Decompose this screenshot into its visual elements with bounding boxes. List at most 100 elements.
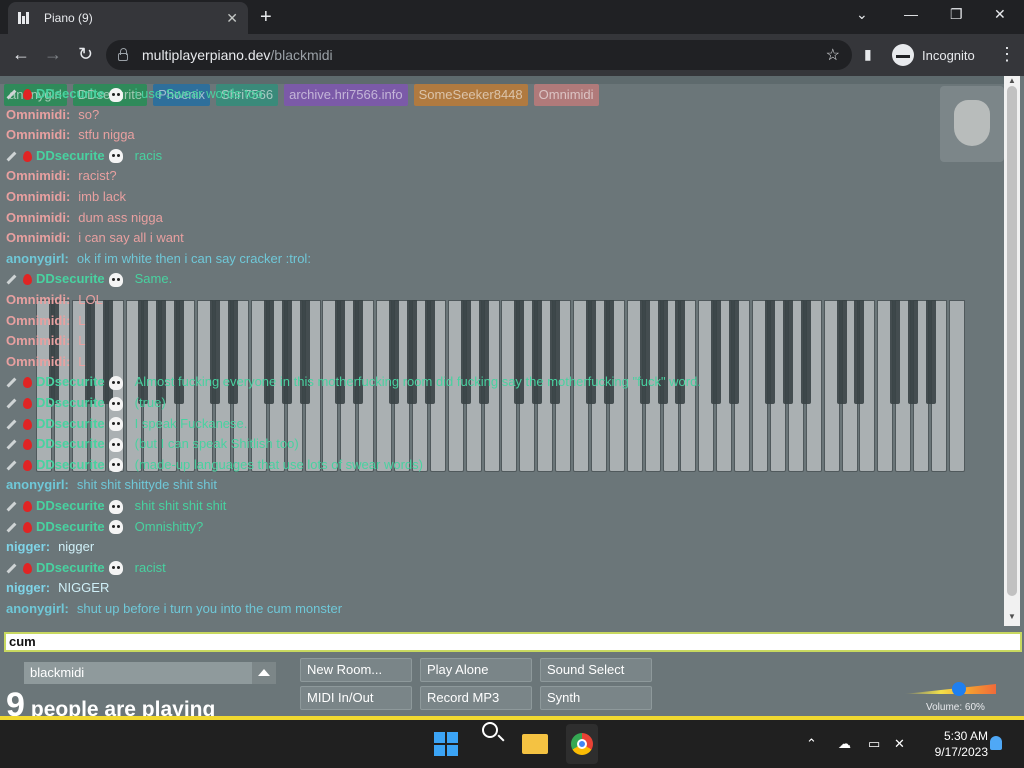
back-icon[interactable]: ← [12,44,30,65]
chat-nick[interactable]: nigger: [6,580,50,595]
sound-select-button[interactable]: Sound Select [540,658,652,682]
incognito-badge[interactable]: Incognito [892,42,975,68]
midi-button[interactable]: MIDI In/Out [300,686,412,710]
chat-text: NIGGER [58,580,110,596]
chat-message: DDsecurite shit shit shit shit [6,496,226,516]
chat-nick[interactable]: DDsecurite [36,374,105,389]
chat-nick[interactable]: Omnimidi: [6,333,70,348]
chat-nick[interactable]: DDsecurite [36,457,105,472]
chat-text: so? [78,106,100,122]
new-tab-button[interactable]: + [260,6,272,29]
chat-nick[interactable]: DDsecurite [36,519,105,534]
blood-drop-icon [23,150,32,162]
chat-message: anonygirl: shit shit shittyde shit shit [6,475,217,495]
chat-nick[interactable]: DDsecurite [36,148,105,163]
blood-drop-icon [23,398,32,410]
chat-nick[interactable]: DDsecurite [36,271,105,286]
chat-message: DDsecurite racist [6,558,166,578]
chat-nick[interactable]: DDsecurite [36,560,105,575]
browser-tab-strip: Piano (9) ✕ + ⌄ — ❐ ✕ [0,0,1024,34]
chat-nick[interactable]: anonygirl: [6,477,69,492]
chat-message: Omnimidi: L [6,311,86,331]
volume-slider-knob[interactable] [952,682,966,696]
bookmark-star-icon[interactable]: ☆ [826,45,840,65]
chat-nick[interactable]: DDsecurite [36,395,105,410]
tab-close-icon[interactable]: ✕ [226,10,238,27]
chat-message: nigger: nigger [6,537,94,557]
chat-message: Omnimidi: dum ass nigga [6,208,163,228]
blood-drop-icon [23,274,32,286]
chat-nick[interactable]: anonygirl: [6,601,69,616]
display-icon[interactable]: ▭ [868,736,880,752]
chat-nick[interactable]: anonygirl: [6,251,69,266]
onedrive-icon[interactable]: ☁ [838,736,851,752]
room-selector[interactable]: blackmidi [24,662,276,684]
chat-nick[interactable]: Omnimidi: [6,230,70,245]
tab-search-icon[interactable]: ⌄ [856,6,868,23]
chat-input[interactable]: cum [4,632,1022,652]
chat-message: Omnimidi: stfu nigga [6,125,135,145]
reload-icon[interactable]: ↻ [78,44,93,65]
tray-chevron-icon[interactable]: ⌃ [806,736,817,752]
volume-muted-icon[interactable]: ✕ [894,736,905,752]
browser-tab[interactable]: Piano (9) ✕ [8,2,248,34]
close-window-icon[interactable]: ✕ [994,6,1006,23]
chat-message: DDsecurite Omnishitty? [6,517,203,537]
new-room-button[interactable]: New Room... [300,658,412,682]
pencil-icon [6,419,17,430]
taskbar-clock[interactable]: 5:30 AM 9/17/2023 [920,728,988,760]
chat-text: i can say all i want [78,230,184,246]
forward-icon[interactable]: → [44,44,62,65]
chat-text: imb lack [78,189,126,204]
play-alone-button[interactable]: Play Alone [420,658,532,682]
chat-nick[interactable]: Omnimidi: [6,127,70,142]
chat-nick[interactable]: Omnimidi: [6,354,70,369]
record-mp3-button[interactable]: Record MP3 [420,686,532,710]
chat-nick[interactable]: Omnimidi: [6,107,70,122]
scroll-thumb[interactable] [1007,86,1017,596]
address-bar[interactable]: multiplayerpiano.dev/blackmidi ☆ [106,40,852,70]
chat-nick[interactable]: DDsecurite [36,436,105,451]
chat-message: Omnimidi: racist? [6,166,117,186]
chat-nick[interactable]: DDsecurite [36,86,105,101]
chat-nick[interactable]: Omnimidi: [6,168,70,183]
chat-message: Omnimidi: i can say all i want [6,228,184,248]
file-explorer-icon[interactable] [522,734,548,754]
blood-drop-icon [23,562,32,574]
bottom-controls: blackmidi 9 people are playing New Room..… [0,656,1024,720]
chat-text: I speak Fuckanese. [134,415,248,431]
windows-start-icon[interactable] [434,732,458,756]
chat-message: DDsecurite i use Swear words too [6,84,263,104]
player-count: 9 people are playing [6,686,215,720]
side-panel-icon[interactable]: ▮ [864,46,872,63]
clock-date: 9/17/2023 [934,745,988,759]
chat-nick[interactable]: Omnimidi: [6,292,70,307]
chat-message: DDsecurite Almost fucking everyone in thi… [6,372,701,392]
chat-message: nigger: NIGGER [6,578,109,598]
volume-slider-track[interactable] [904,684,996,694]
search-icon[interactable] [482,722,498,738]
skull-icon [108,87,123,102]
chrome-icon[interactable] [571,733,593,755]
scroll-up-icon[interactable]: ▲ [1008,76,1016,85]
chat-nick[interactable]: Omnimidi: [6,210,70,225]
synth-button[interactable]: Synth [540,686,652,710]
menu-kebab-icon[interactable]: ⋮ [998,44,1016,65]
blood-drop-icon [23,418,32,430]
chat-text: (but I can speak Shitlish too) [134,436,299,452]
scroll-down-icon[interactable]: ▼ [1008,612,1016,621]
chat-nick[interactable]: Omnimidi: [6,313,70,328]
volume-label: Volume: 60% [926,702,985,713]
minimize-icon[interactable]: — [904,6,918,22]
chat-scrollbar[interactable]: ▲ ▼ [1004,76,1020,626]
room-dropdown-icon[interactable] [252,662,276,684]
notification-bell-icon[interactable] [990,736,1002,750]
skull-icon [108,417,123,432]
chat-nick[interactable]: DDsecurite [36,416,105,431]
chat-nick[interactable]: nigger: [6,539,50,554]
chat-nick[interactable]: DDsecurite [36,498,105,513]
room-name: blackmidi [30,665,85,680]
chat-nick[interactable]: Omnimidi: [6,189,70,204]
restore-icon[interactable]: ❐ [950,6,963,23]
url-path: /blackmidi [270,47,333,63]
